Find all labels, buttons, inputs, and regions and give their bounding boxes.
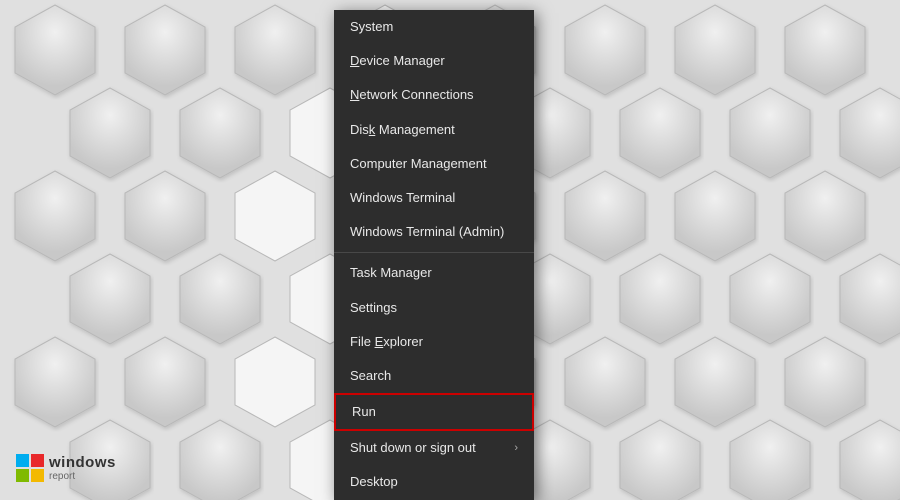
logo-text: windows [49, 454, 116, 471]
menu-item-shut-down[interactable]: Shut down or sign out › [334, 431, 534, 465]
menu-item-windows-terminal-admin[interactable]: Windows Terminal (Admin) [334, 215, 534, 249]
menu-item-computer-management[interactable]: Computer Management [334, 147, 534, 181]
menu-label-run: Run [352, 403, 376, 421]
menu-item-settings[interactable]: Settings [334, 291, 534, 325]
context-menu: System Device Manager Network Connections D… [334, 10, 534, 500]
menu-label-computer-management: Computer Management [350, 155, 487, 173]
menu-item-task-manager[interactable]: Task Manager [334, 256, 534, 290]
menu-label-windows-terminal: Windows Terminal [350, 189, 455, 207]
menu-arrow-shut-down: › [514, 441, 518, 456]
menu-item-disk-management[interactable]: Disk Management [334, 113, 534, 147]
menu-label-disk-management: Disk Management [350, 121, 455, 139]
menu-item-file-explorer[interactable]: File Explorer [334, 325, 534, 359]
menu-label-network-connections: Network Connections [350, 86, 474, 104]
menu-separator [334, 252, 534, 253]
menu-label-device-manager: Device Manager [350, 52, 445, 70]
menu-item-search[interactable]: Search [334, 359, 534, 393]
windows-logo: windows report [16, 454, 116, 482]
menu-label-task-manager: Task Manager [350, 264, 432, 282]
menu-label-settings: Settings [350, 299, 397, 317]
menu-item-network-connections[interactable]: Network Connections [334, 78, 534, 112]
menu-label-desktop: Desktop [350, 473, 398, 491]
menu-item-run[interactable]: Run [334, 393, 534, 431]
menu-label-search: Search [350, 367, 391, 385]
menu-label-windows-terminal-admin: Windows Terminal (Admin) [350, 223, 504, 241]
menu-item-device-manager[interactable]: Device Manager [334, 44, 534, 78]
menu-item-system[interactable]: System [334, 10, 534, 44]
logo-subtext: report [49, 471, 116, 482]
menu-label-shut-down: Shut down or sign out [350, 439, 476, 457]
menu-item-windows-terminal[interactable]: Windows Terminal [334, 181, 534, 215]
menu-item-desktop[interactable]: Desktop [334, 465, 534, 499]
menu-label-system: System [350, 18, 393, 36]
menu-label-file-explorer: File Explorer [350, 333, 423, 351]
